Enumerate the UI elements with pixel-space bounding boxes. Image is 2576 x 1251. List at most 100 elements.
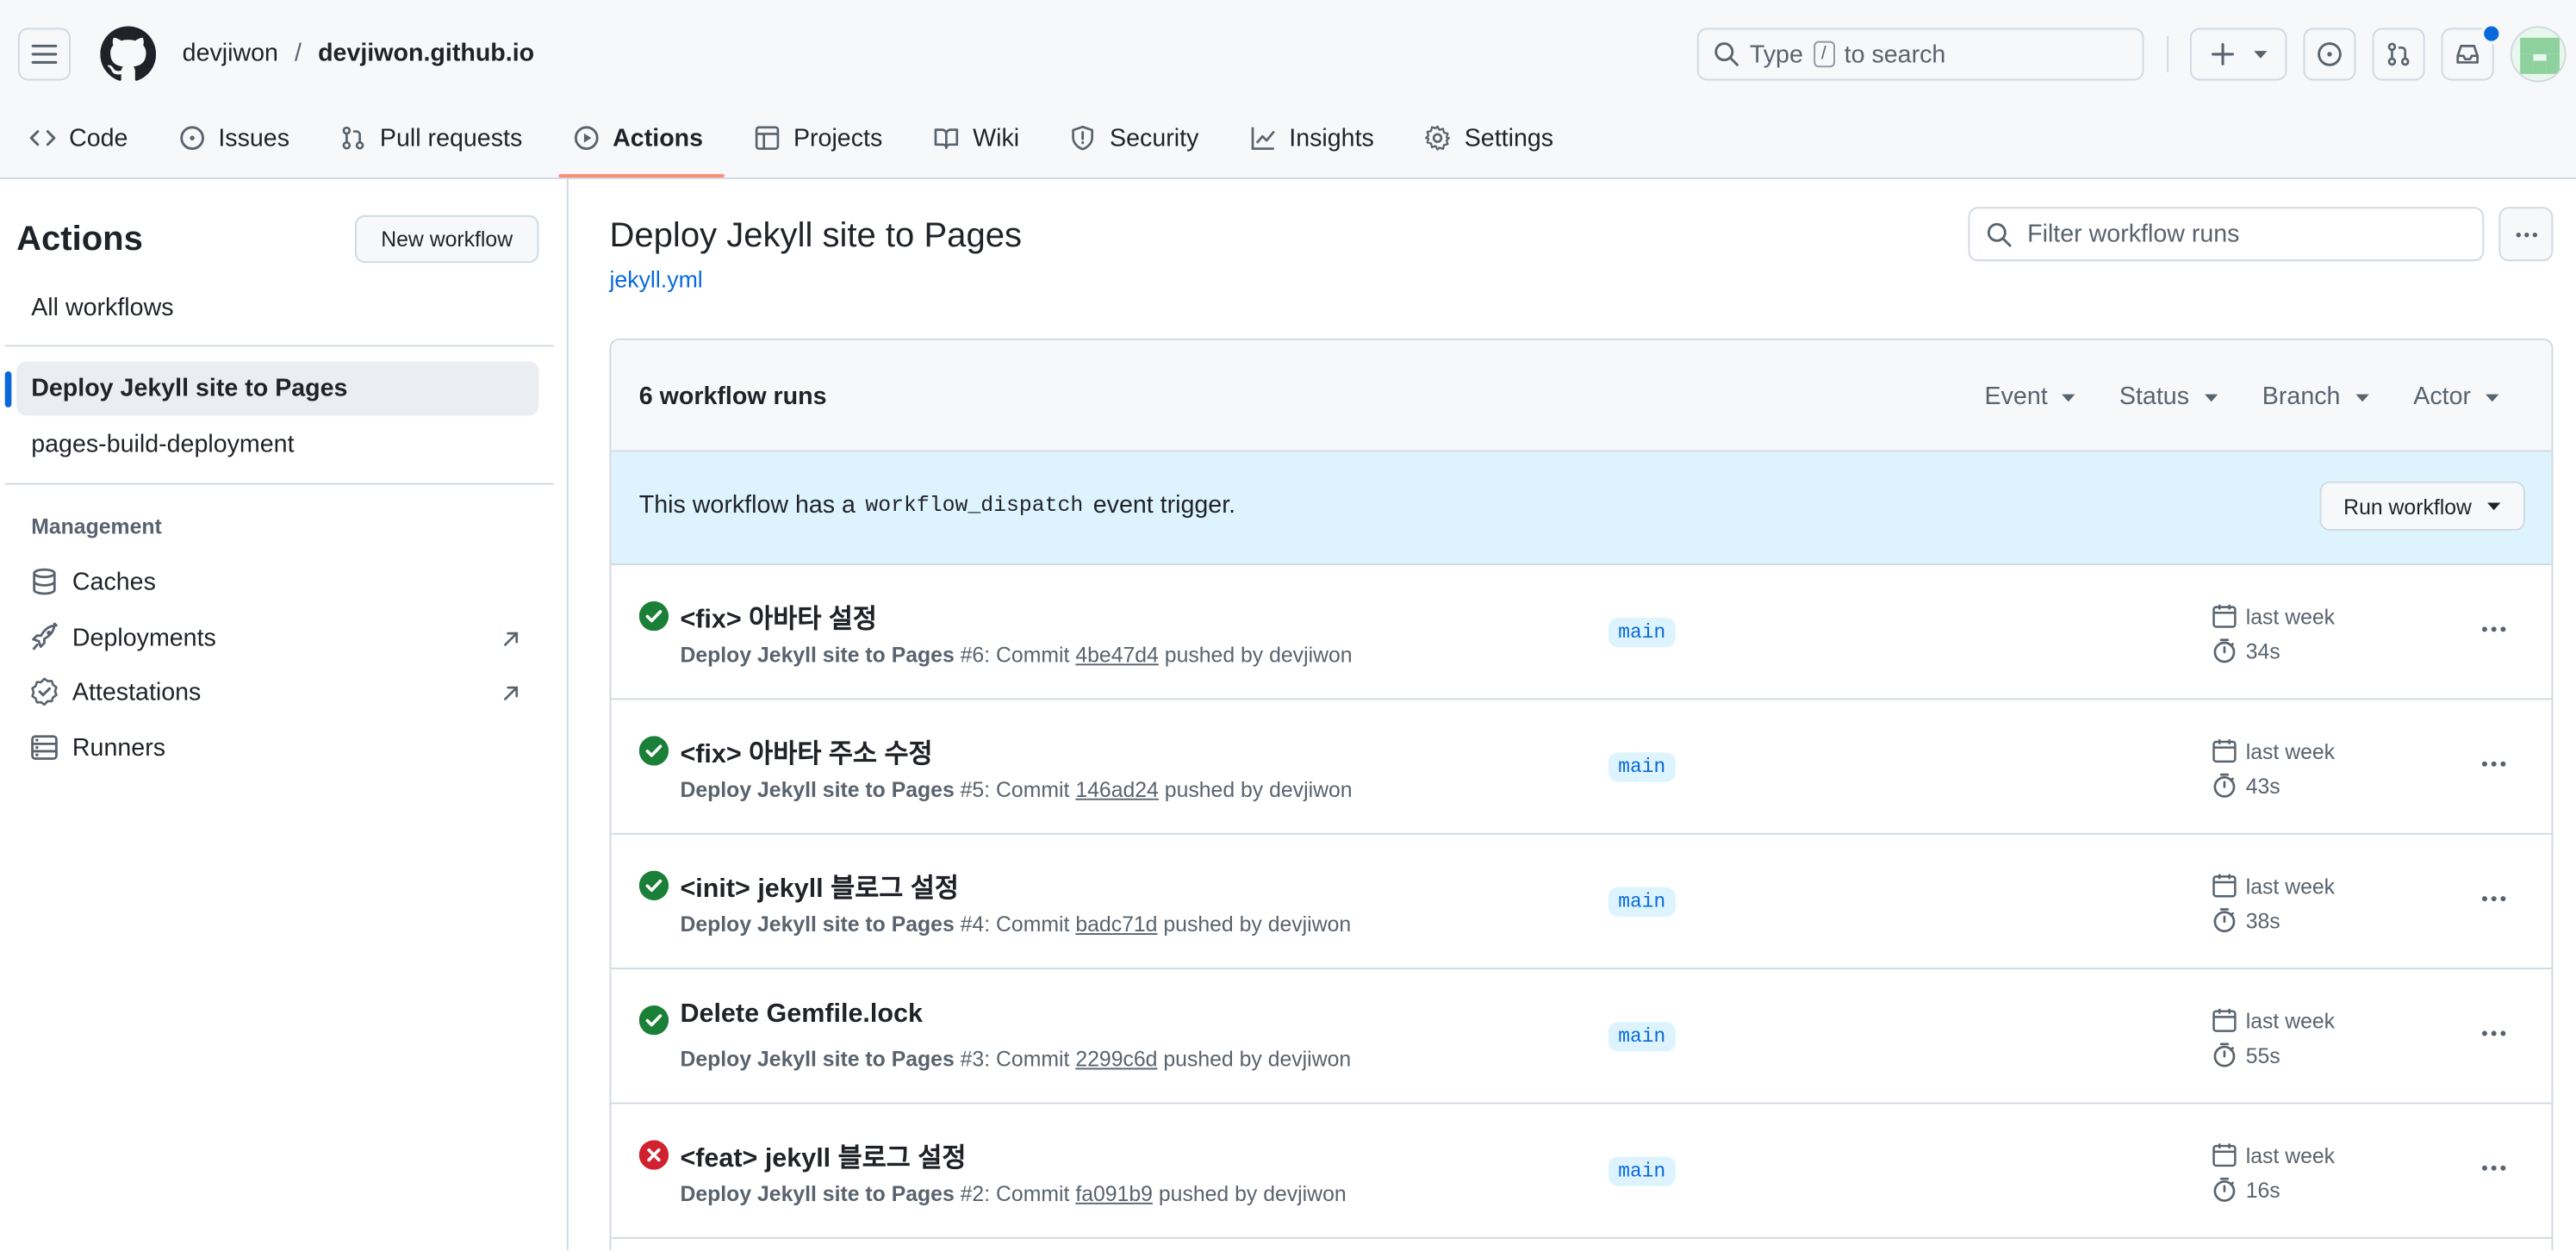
commit-sha-link[interactable]: fa091b9 [1075, 1181, 1153, 1206]
new-workflow-button[interactable]: New workflow [354, 215, 539, 264]
tab-issues[interactable]: Issues [149, 109, 311, 168]
more-options-button[interactable] [2498, 207, 2554, 262]
breadcrumb-repo[interactable]: devjiwon.github.io [318, 40, 534, 69]
run-actor[interactable]: devjiwon [1268, 912, 1351, 937]
commit-label: Commit [996, 912, 1070, 937]
run-subtitle: Deploy Jekyll site to Pages #3: Commit 2… [680, 1046, 1352, 1072]
sidebar-item-attestations[interactable]: Attestations [29, 677, 201, 706]
run-actor[interactable]: devjiwon [1269, 643, 1352, 668]
breadcrumb-owner[interactable]: devjiwon [183, 40, 278, 69]
sidebar-item-runners[interactable]: Runners [29, 732, 165, 762]
commit-sha-link[interactable]: 2299c6d [1075, 1047, 1157, 1072]
kebab-horizontal-icon[interactable] [2480, 1154, 2509, 1183]
kebab-horizontal-icon[interactable] [2480, 750, 2509, 779]
commit-label: Commit [996, 642, 1070, 668]
workflow-run-row[interactable]: Delete Gemfile.lock Deploy Jekyll site t… [611, 969, 2552, 1105]
run-duration: 16s [2212, 1176, 2280, 1203]
tab-actions-label: Actions [613, 123, 704, 152]
calendar-icon [2212, 1008, 2237, 1032]
status-filter[interactable]: Status [2119, 383, 2218, 411]
menu-button[interactable] [17, 28, 71, 81]
caret-down-icon [2204, 393, 2218, 401]
run-date: last week [2212, 873, 2335, 899]
sidebar-item-pages-build-deployment[interactable]: pages-build-deployment [31, 431, 294, 458]
check-circle-icon [638, 601, 669, 632]
run-duration-text: 43s [2245, 773, 2280, 798]
run-duration: 43s [2212, 772, 2280, 799]
kebab-horizontal-icon[interactable] [2480, 1018, 2509, 1048]
caret-down-icon [2486, 502, 2500, 511]
github-logo-icon[interactable] [100, 26, 157, 83]
run-workflow-name: Deploy Jekyll site to Pages [680, 1046, 955, 1072]
commit-sha-link[interactable]: 146ad24 [1075, 777, 1159, 802]
workflow-title: Deploy Jekyll site to Pages [609, 216, 1023, 255]
tab-security[interactable]: Security [1041, 109, 1220, 168]
banner-suffix: event trigger. [1092, 491, 1236, 520]
run-subtitle: Deploy Jekyll site to Pages #4: Commit b… [680, 912, 1352, 937]
commit-sha-link[interactable]: 4be47d4 [1075, 643, 1159, 668]
tab-actions[interactable]: Actions [544, 109, 725, 177]
user-avatar[interactable] [2510, 26, 2567, 83]
run-title[interactable]: Delete Gemfile.lock [680, 1000, 923, 1030]
global-search-input[interactable]: Type / to search [1696, 28, 2144, 81]
actor-filter[interactable]: Actor [2413, 383, 2500, 411]
tab-security-label: Security [1110, 123, 1199, 152]
branch-badge[interactable]: main [1608, 1156, 1676, 1186]
commit-sha-link[interactable]: badc71d [1075, 912, 1157, 937]
tab-code-label: Code [69, 123, 128, 152]
create-new-button[interactable] [2189, 28, 2287, 81]
branch-badge[interactable]: main [1608, 1022, 1676, 1052]
workflow-run-row[interactable]: <init> jekyll 블로그 설정 Deploy Jekyll site … [611, 835, 2552, 970]
tab-projects[interactable]: Projects [725, 109, 904, 168]
shield-icon [1073, 125, 1094, 151]
run-actor[interactable]: devjiwon [1269, 777, 1352, 802]
sidebar-divider [4, 482, 554, 485]
sidebar-item-caches[interactable]: Caches [29, 567, 156, 596]
tab-wiki[interactable]: Wiki [904, 109, 1041, 168]
run-subtitle: Deploy Jekyll site to Pages #2: Commit f… [680, 1181, 1347, 1206]
run-date-text: last week [2245, 738, 2336, 763]
kebab-horizontal-icon[interactable] [2480, 884, 2509, 913]
run-workflow-name: Deploy Jekyll site to Pages [680, 642, 955, 668]
branch-badge[interactable]: main [1608, 752, 1676, 782]
run-title[interactable]: <feat> jekyll 블로그 설정 [680, 1136, 966, 1175]
workflow-run-row[interactable]: <fix> 아바타 설정 Deploy Jekyll site to Pages… [611, 565, 2552, 700]
caret-down-icon [2486, 393, 2499, 401]
run-actor[interactable]: devjiwon [1263, 1181, 1346, 1206]
workflow-run-row[interactable]: <feat> jekyll 블로그 설정 Deploy Jekyll site … [611, 1104, 2552, 1239]
issues-button[interactable] [2303, 28, 2356, 81]
filter-workflow-runs-input[interactable]: Filter workflow runs [1968, 207, 2485, 262]
branch-badge[interactable]: main [1608, 887, 1676, 918]
tab-settings[interactable]: Settings [1396, 109, 1575, 168]
run-date-text: last week [2245, 1142, 2336, 1167]
caret-down-icon [2355, 393, 2368, 401]
workflow-runs-box: 6 workflow runs Event Status Branch Acto… [609, 338, 2554, 1251]
commit-label: Commit [996, 1046, 1070, 1072]
caret-down-icon [2062, 393, 2076, 401]
top-header: devjiwon / devjiwon.github.io Type / to … [0, 0, 2576, 179]
sidebar-item-all-workflows[interactable]: All workflows [31, 294, 173, 321]
sidebar-item-deployments[interactable]: Deployments [29, 622, 216, 652]
tab-code[interactable]: Code [0, 109, 149, 168]
run-workflow-name: Deploy Jekyll site to Pages [680, 776, 955, 802]
actor-filter-label: Actor [2413, 383, 2472, 411]
identicon-icon [2520, 37, 2560, 74]
sidebar-item-deployments-label: Deployments [72, 623, 216, 652]
search-shortcut-key: / [1813, 40, 1835, 68]
kebab-horizontal-icon[interactable] [2480, 614, 2509, 644]
sidebar-item-attestations-label: Attestations [72, 677, 202, 706]
run-title[interactable]: <fix> 아바타 주소 수정 [680, 731, 932, 771]
run-date-text: last week [2245, 1007, 2336, 1033]
branch-badge[interactable]: main [1608, 617, 1676, 648]
event-filter[interactable]: Event [1985, 383, 2077, 411]
run-title[interactable]: <fix> 아바타 설정 [680, 596, 877, 636]
branch-filter[interactable]: Branch [2262, 383, 2370, 411]
pull-requests-button[interactable] [2372, 28, 2425, 81]
run-workflow-button[interactable]: Run workflow [2319, 481, 2525, 531]
workflow-file-link[interactable]: jekyll.yml [609, 266, 702, 293]
workflow-run-row[interactable]: <fix> 아바타 주소 수정 Deploy Jekyll site to Pa… [611, 700, 2552, 835]
tab-insights[interactable]: Insights [1220, 109, 1395, 168]
tab-pull-requests[interactable]: Pull requests [311, 109, 544, 168]
run-actor[interactable]: devjiwon [1268, 1047, 1351, 1072]
run-title[interactable]: <init> jekyll 블로그 설정 [680, 866, 959, 906]
